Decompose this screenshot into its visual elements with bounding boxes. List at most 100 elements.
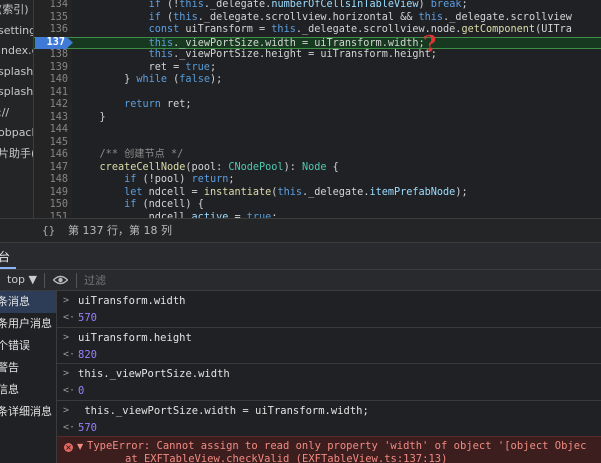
line-number[interactable]: 144 [34, 124, 68, 137]
console-result-value[interactable]: 820 [78, 349, 97, 361]
console-entry: > uiTransform.width <· 570 [57, 291, 601, 328]
line-number[interactable]: 136 [34, 24, 68, 37]
source-file-item[interactable]: settings. [0, 21, 33, 42]
console-entry: > this._viewPortSize.width = uiTransform… [57, 401, 601, 437]
console-sidebar-item[interactable]: 条消息 [0, 291, 56, 313]
line-number[interactable]: 134 [34, 0, 68, 12]
code-line[interactable]: 142 return ret; [34, 99, 601, 112]
code-line[interactable]: 147 createCellNode(pool: CNodePool): Nod… [34, 162, 601, 175]
result-arrow-icon: <· [63, 385, 76, 396]
console-result-value[interactable]: 570 [78, 312, 97, 324]
console-input-text[interactable]: uiTransform.width [78, 295, 185, 307]
source-file-item[interactable]: (索引) [0, 0, 33, 21]
code-text: if (!this._delegate.numberOfCellsInTable… [148, 0, 468, 10]
code-line[interactable]: 150 if (ndcell) { [34, 199, 601, 212]
code-line[interactable]: 140 } while (false); [34, 74, 601, 87]
input-prompt-icon: > [63, 368, 70, 379]
console-input-text[interactable]: uiTransform.height [78, 332, 192, 344]
source-file-item[interactable]: obpack [0, 123, 33, 144]
console-result-value[interactable]: 570 [78, 422, 97, 434]
line-number[interactable]: 148 [34, 174, 68, 187]
toolbar-divider [44, 273, 45, 288]
result-arrow-icon: <· [63, 421, 76, 433]
code-text: } [75, 111, 106, 123]
code-line[interactable]: 144 [34, 124, 601, 137]
console-sidebar-item[interactable]: 条用户消息 [0, 313, 56, 335]
console-entry: > this._viewPortSize.width <· 0 [57, 364, 601, 401]
editor-status-bar: {} 第 137 行，第 18 列 [34, 218, 601, 242]
cursor-position: 第 137 行，第 18 列 [68, 224, 172, 237]
expand-toggle-icon[interactable]: ▼ [77, 442, 83, 451]
console-toolbar: top ▼ [0, 269, 601, 291]
console-error-message: × ▼ TypeError: Cannot assign to read onl… [57, 436, 601, 463]
console-sidebar-item[interactable]: 个错误 [0, 335, 56, 357]
status-bar-left [0, 218, 34, 242]
line-number[interactable]: 145 [34, 137, 68, 150]
code-line[interactable]: 148 if (!pool) return; [34, 174, 601, 187]
code-editor[interactable]: 134 if (!this._delegate.numberOfCellsInT… [34, 0, 601, 218]
error-stack-line: at EXFTableView.checkValid (EXFTableView… [125, 453, 447, 463]
code-text: /** 创建节点 */ [99, 149, 184, 160]
result-arrow-icon: <· [63, 312, 76, 323]
code-line[interactable]: 149 let ndcell = instantiate(this._deleg… [34, 187, 601, 200]
code-line[interactable]: 139 ret = true; [34, 62, 601, 75]
code-text: this._viewPortSize.height = uiTransform.… [148, 49, 437, 60]
console-input-text[interactable]: this._viewPortSize.width = uiTransform.w… [78, 405, 368, 417]
code-text: if (this._delegate.scrollview.horizontal… [148, 11, 572, 23]
line-number[interactable]: 147 [34, 162, 68, 175]
line-number[interactable]: 149 [34, 187, 68, 200]
stack-prefix: at EXFTableView.checkValid ( [125, 453, 303, 463]
source-link[interactable]: EXFTableView.ts:137:13 [302, 453, 441, 463]
code-line[interactable]: 135 if (this._delegate.scrollview.horizo… [34, 12, 601, 25]
code-text: if (!pool) return; [124, 174, 235, 185]
filter-input[interactable] [83, 272, 599, 289]
console-sidebar-item[interactable]: 信息 [0, 379, 56, 401]
sources-file-list: (索引)settings.index.csplash.splash_://obp… [0, 0, 34, 218]
source-file-item[interactable]: splash_ [0, 82, 33, 103]
context-selector[interactable]: top ▼ [7, 273, 37, 286]
line-number[interactable]: 135 [34, 12, 68, 25]
code-line[interactable]: 134 if (!this._delegate.numberOfCellsInT… [34, 0, 601, 12]
console-sidebar-item[interactable]: 条详细消息 [0, 401, 56, 423]
code-text: const uiTransform = this._delegate.scrol… [148, 24, 572, 35]
code-line[interactable]: 145 [34, 137, 601, 150]
line-number[interactable]: 150 [34, 199, 68, 212]
console-sidebar-item[interactable]: 警告 [0, 357, 56, 379]
line-number[interactable]: 146 [34, 149, 68, 162]
code-line[interactable]: 146 /** 创建节点 */ [34, 149, 601, 162]
tab-console[interactable]: 台 [0, 248, 10, 265]
source-file-item[interactable]: :// [0, 103, 33, 124]
line-number: 137 [46, 36, 65, 48]
line-number[interactable]: 140 [34, 74, 68, 87]
console-drawer-header: 台 [0, 242, 601, 269]
breakpoint-marker[interactable]: 137 [35, 36, 73, 49]
line-number[interactable]: 139 [34, 62, 68, 75]
code-text: let ndcell = instantiate(this._delegate.… [124, 186, 468, 198]
error-icon: × [64, 443, 73, 452]
input-prompt-icon: > [63, 295, 70, 306]
devtools-window: (索引)settings.index.csplash.splash_://obp… [0, 0, 601, 463]
source-file-item[interactable]: splash. [0, 62, 33, 83]
source-file-item[interactable]: 片助手( [0, 144, 33, 165]
code-line[interactable]: 138 this._viewPortSize.height = uiTransf… [34, 49, 601, 62]
console-input-text[interactable]: this._viewPortSize.width [78, 368, 230, 380]
line-number[interactable]: 143 [34, 112, 68, 125]
line-number[interactable]: 142 [34, 99, 68, 112]
line-number[interactable]: 141 [34, 87, 68, 100]
code-text: if (ndcell) { [124, 199, 204, 210]
line-number[interactable]: 138 [34, 49, 68, 62]
code-text: } while (false); [75, 74, 223, 85]
source-file-item[interactable]: index.c [0, 41, 33, 62]
code-text: createCellNode(pool: CNodePool): Node { [99, 161, 339, 173]
code-line[interactable]: 141 [34, 87, 601, 100]
console-sidebar: 条消息条用户消息个错误警告信息条详细消息 [0, 291, 57, 463]
code-line[interactable]: 143 } [34, 112, 601, 125]
pretty-print-icon[interactable]: {} [42, 219, 55, 242]
stack-suffix: ) [441, 453, 448, 463]
eye-icon[interactable] [53, 275, 68, 285]
result-arrow-icon: <· [63, 348, 76, 360]
input-prompt-icon: > [63, 404, 70, 416]
code-line[interactable]: 137 this._viewPortSize.width = uiTransfo… [34, 36, 601, 49]
console-result-value[interactable]: 0 [78, 385, 84, 397]
code-line[interactable]: 136 const uiTransform = this._delegate.s… [34, 24, 601, 37]
